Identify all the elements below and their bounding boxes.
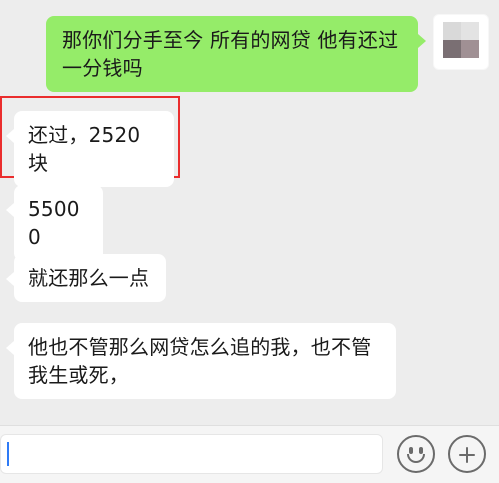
emoji-eye-right-icon xyxy=(419,447,423,454)
plus-icon[interactable] xyxy=(448,435,486,473)
emoji-mouth-icon xyxy=(407,454,425,463)
message-text: 55000 xyxy=(28,197,80,249)
message-received-4: 他也不管那么网贷怎么追的我，也不管我生或死， xyxy=(6,323,396,399)
emoji-eye-left-icon xyxy=(409,447,413,454)
message-text: 就还那么一点 xyxy=(28,266,150,290)
message-received-1: 还过，2520块 xyxy=(6,111,174,187)
avatar-pixel-icon xyxy=(443,40,461,58)
avatar-pixel-icon xyxy=(461,40,479,58)
message-received-3: 就还那么一点 xyxy=(6,254,166,302)
avatar-pixel-icon xyxy=(443,22,461,40)
message-received-2: 55000 xyxy=(6,185,103,261)
message-text: 还过，2520块 xyxy=(28,123,141,175)
chat-input-bar xyxy=(0,425,499,483)
message-sent-1: 那你们分手至今 所有的网贷 他有还过一分钱吗 xyxy=(46,16,426,92)
chat-screen: 那你们分手至今 所有的网贷 他有还过一分钱吗 还过，2520块 55000 就还… xyxy=(0,0,499,483)
plus-vertical-icon xyxy=(466,447,468,463)
emoji-icon[interactable] xyxy=(397,435,435,473)
user-avatar[interactable] xyxy=(433,14,489,70)
avatar-pixel-icon xyxy=(461,22,479,40)
message-input[interactable] xyxy=(0,434,383,474)
text-caret xyxy=(7,442,9,466)
message-text: 他也不管那么网贷怎么追的我，也不管我生或死， xyxy=(28,335,372,387)
message-text: 那你们分手至今 所有的网贷 他有还过一分钱吗 xyxy=(62,28,399,80)
